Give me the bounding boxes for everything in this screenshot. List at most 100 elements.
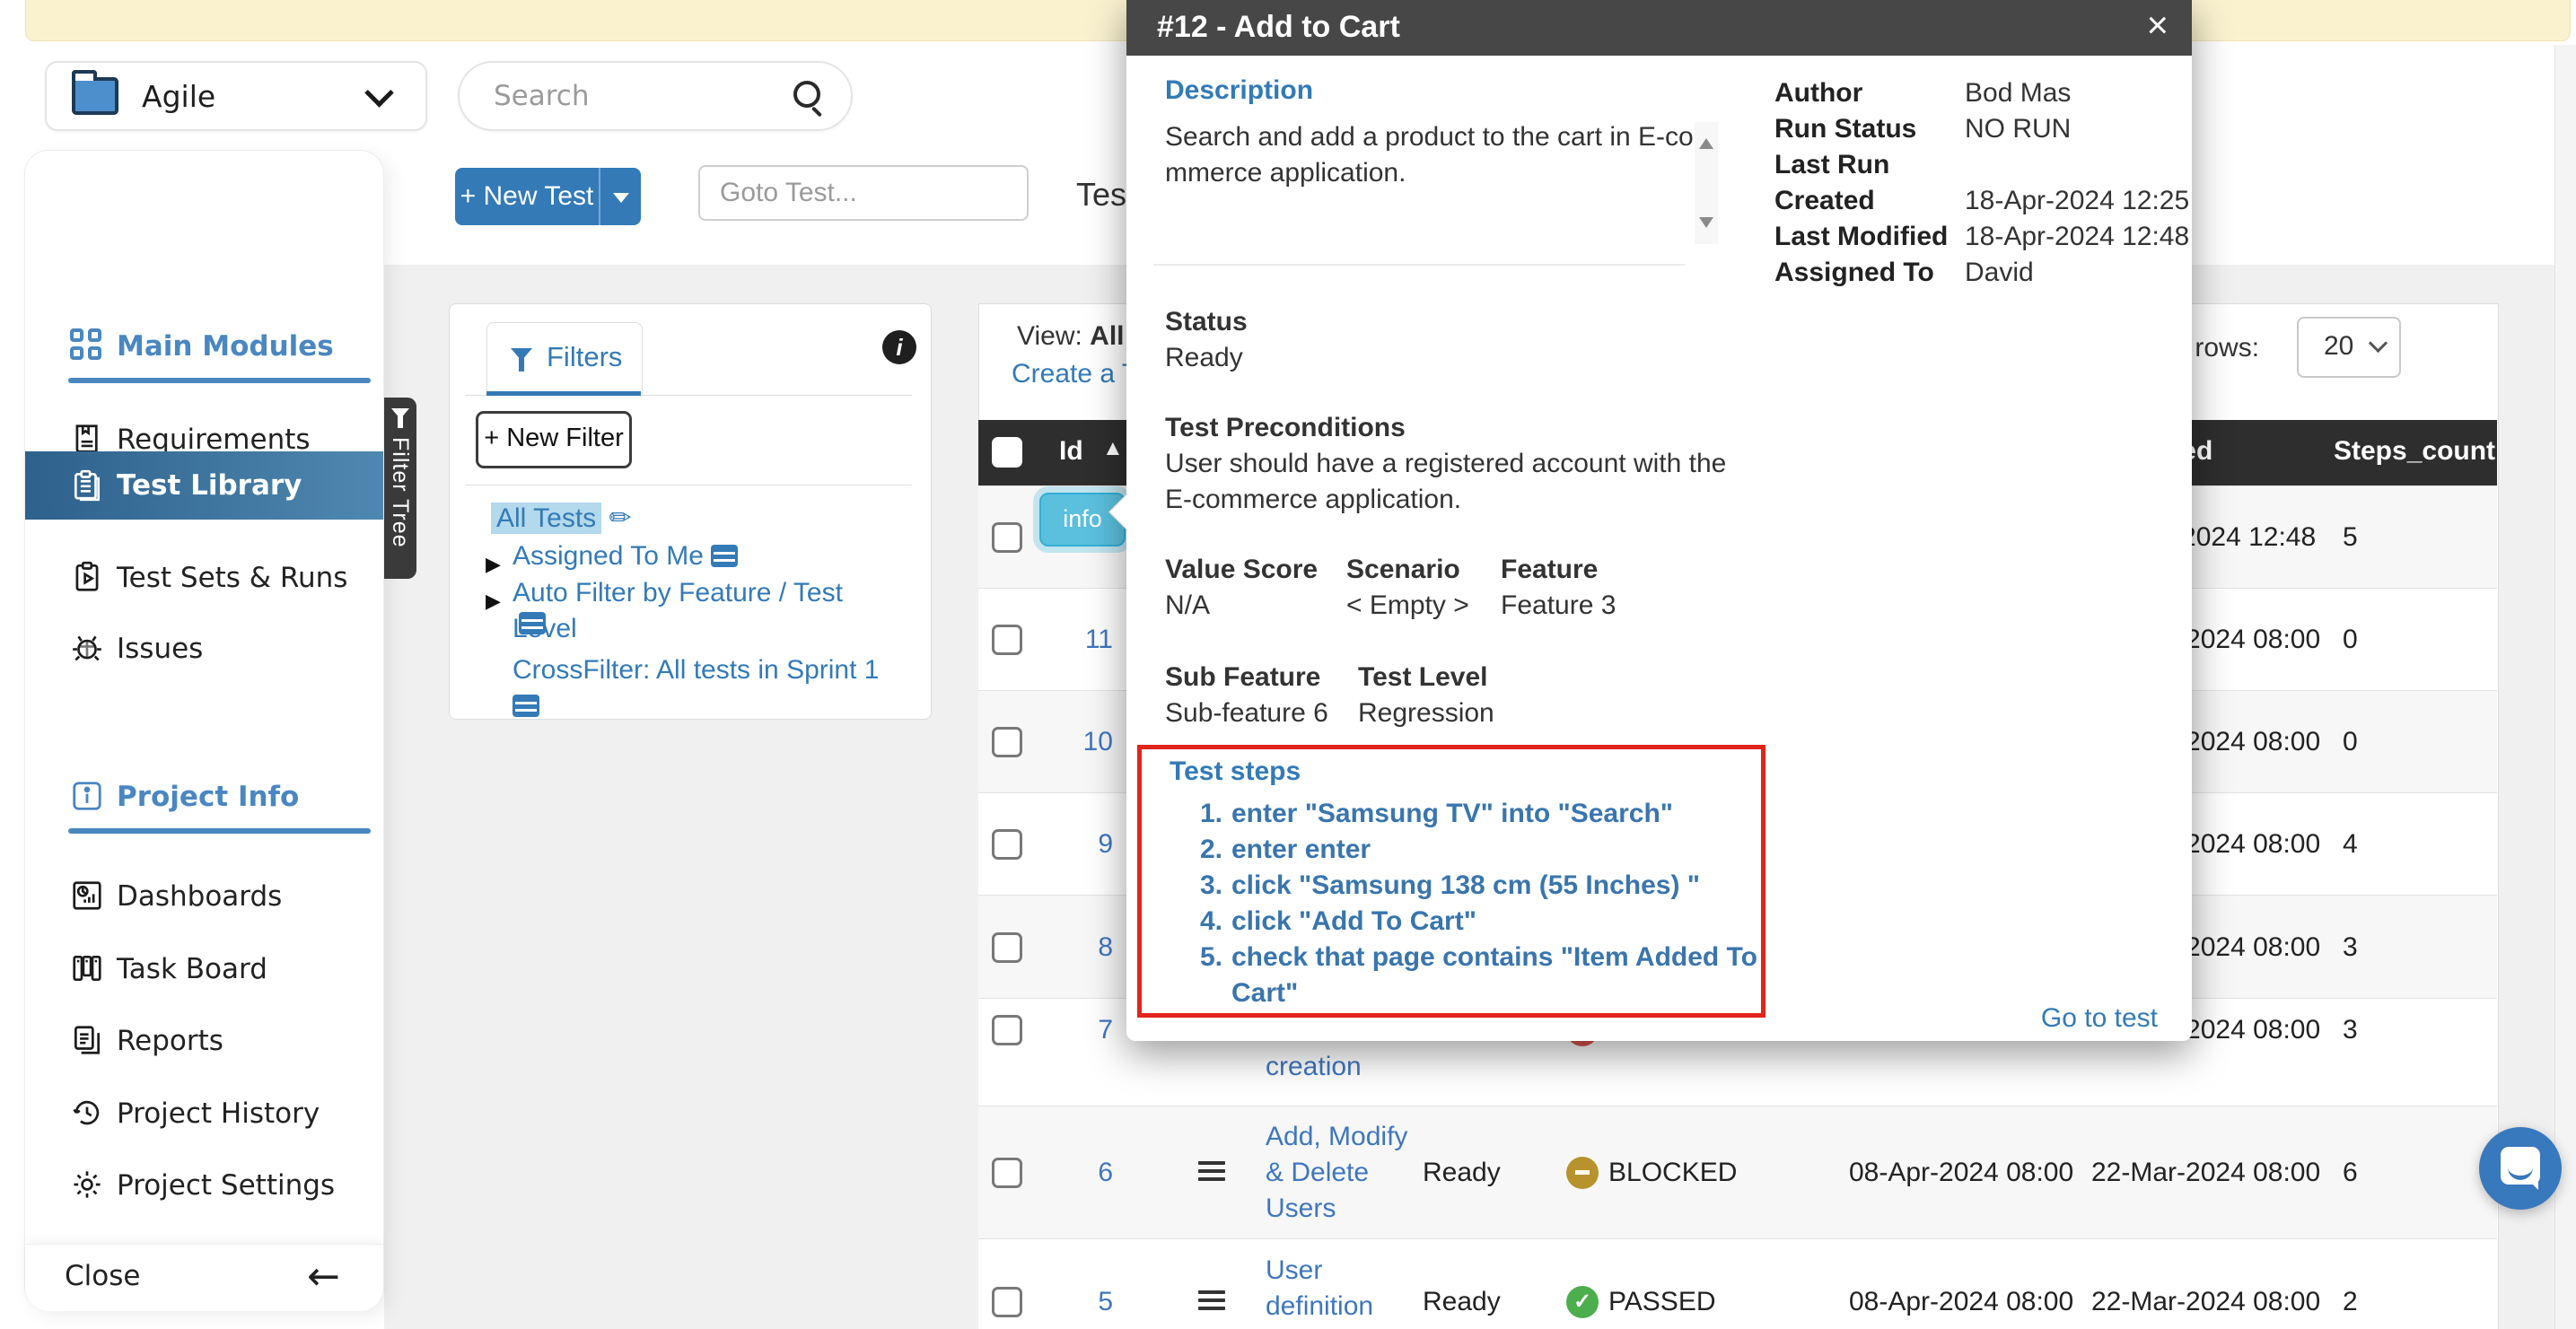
- [object Object][interactable]: Project Info: [25, 779, 383, 815]
- steps-list-icon[interactable]: [1198, 1161, 1225, 1185]
- meta-label: Assigned To: [1774, 255, 1965, 291]
- test-steps-highlight-box: Test steps 1.enter "Samsung TV" into "Se…: [1137, 745, 1766, 1018]
- sidebar-item-reports[interactable]: Reports: [25, 1021, 383, 1061]
- sidebar-item-label: Test Sets & Runs: [117, 560, 347, 596]
- sidebar-item-label: Project History: [117, 1096, 320, 1132]
- go-to-test-link[interactable]: Go to test: [2041, 1003, 2158, 1034]
- scroll-down-icon[interactable]: [1699, 217, 1713, 228]
- sidebar-item-project-settings[interactable]: Project Settings: [25, 1166, 383, 1205]
- test-id-link[interactable]: 7: [1032, 1012, 1113, 1048]
- close-icon[interactable]: ×: [2146, 4, 2169, 47]
- test-id-link[interactable]: 8: [1032, 930, 1113, 966]
- kanban-icon: [70, 951, 104, 985]
- table-view-icon[interactable]: [711, 545, 738, 567]
- test-title-link[interactable]: Add, Modify: [1266, 1119, 1407, 1155]
- sidebar-collapse-button[interactable]: Close←: [25, 1244, 383, 1311]
- info-icon[interactable]: i: [882, 330, 916, 364]
- sidebar-item-label: Dashboards: [117, 879, 282, 914]
- preconditions-text-line: User should have a registered account wi…: [1165, 449, 1726, 479]
- sidebar-item-label: Issues: [117, 631, 203, 667]
- row-checkbox[interactable]: [992, 932, 1022, 963]
- pages-icon: [70, 1023, 104, 1057]
- gear-icon: [70, 1167, 104, 1202]
- sort-asc-icon[interactable]: ▲: [1102, 436, 1124, 461]
- [object Object][interactable]: Main Modules: [25, 328, 383, 364]
- column-steps-count[interactable]: Steps_count: [2334, 436, 2495, 467]
- expand-triangle-icon[interactable]: ▶: [486, 590, 501, 613]
- test-id-link[interactable]: 10: [1032, 724, 1113, 760]
- test-id-link[interactable]: 11: [1032, 622, 1113, 658]
- test-title-link[interactable]: & Delete: [1266, 1155, 1369, 1191]
- info-badge[interactable]: info: [1039, 493, 1126, 546]
- goto-test-input[interactable]: [698, 165, 1029, 221]
- row-checkbox[interactable]: [992, 1015, 1022, 1045]
- sidebar-item-project-history[interactable]: Project History: [25, 1094, 383, 1133]
- select-all-checkbox[interactable]: [992, 437, 1022, 468]
- table-view-icon[interactable]: [513, 695, 539, 717]
- meta-row-last-modified: Last Modified18-Apr-2024 12:48: [1774, 219, 2169, 255]
- sidebar-item-dashboards[interactable]: Dashboards: [25, 877, 383, 916]
- sidebar-item-issues[interactable]: Issues: [25, 629, 383, 669]
- row-checkbox[interactable]: [992, 829, 1022, 860]
- expand-triangle-icon[interactable]: ▶: [486, 554, 501, 576]
- test-title-link[interactable]: definition: [1266, 1289, 1373, 1325]
- new-test-button[interactable]: + New Test: [455, 168, 641, 225]
- run-status-value: PASSED: [1608, 1284, 1716, 1320]
- description-scrollbar[interactable]: [1695, 122, 1718, 244]
- sidebar-item-label: Task Board: [117, 951, 267, 987]
- row-checkbox[interactable]: [992, 625, 1022, 655]
- row-checkbox[interactable]: [992, 1158, 1022, 1188]
- test-id-link[interactable]: 6: [1032, 1155, 1113, 1191]
- sidebar-item-task-board[interactable]: Task Board: [25, 949, 383, 989]
- sidebar-item-test-library[interactable]: Test Library: [25, 451, 383, 520]
- row-checkbox[interactable]: [992, 1287, 1022, 1317]
- tab-filters[interactable]: Filters: [486, 322, 643, 395]
- view-summary: View: All: [1017, 321, 1125, 352]
- table-view-icon[interactable]: [519, 612, 546, 636]
- filter-item-2[interactable]: Assigned To Me: [513, 538, 898, 574]
- page-scrollbar-track[interactable]: [2554, 45, 2576, 1329]
- tab-filters-label: Filters: [547, 341, 622, 373]
- test-detail-popover: #12 - Add to Cart × Description Search a…: [1126, 0, 2192, 1041]
- scroll-up-icon[interactable]: [1699, 138, 1713, 149]
- field-label: Scenario: [1346, 555, 1460, 585]
- chat-launcher-button[interactable]: [2479, 1127, 2562, 1210]
- search-icon[interactable]: [793, 81, 820, 108]
- new-test-dropdown[interactable]: [599, 168, 643, 225]
- rows-per-page-select[interactable]: 20: [2297, 317, 2401, 378]
- modified-value: 22-Mar-2024 08:00: [2091, 1155, 2320, 1191]
- global-search[interactable]: [458, 61, 853, 131]
- row-checkbox[interactable]: [992, 727, 1022, 757]
- row-checkbox[interactable]: [992, 522, 1022, 553]
- sidebar: Main Modules Requirements Test Library T…: [25, 151, 383, 1310]
- test-title-link[interactable]: Users: [1266, 1191, 1336, 1227]
- new-filter-button[interactable]: + New Filter: [476, 411, 632, 468]
- project-selector[interactable]: Agile: [45, 61, 427, 131]
- filter-item-4[interactable]: CrossFilter: All tests in Sprint 1: [513, 652, 898, 724]
- test-id-link[interactable]: 5: [1032, 1284, 1113, 1320]
- status-value: Ready: [1423, 1155, 1501, 1191]
- sidebar-item-test-sets-runs[interactable]: Test Sets & Runs: [25, 558, 383, 598]
- edit-pencil-icon[interactable]: ✏: [609, 503, 632, 534]
- filter-tree-label: Filter Tree: [387, 437, 413, 548]
- test-id-link[interactable]: 9: [1032, 826, 1113, 862]
- filter-item-3[interactable]: Auto Filter by Feature / Test Level: [513, 575, 898, 647]
- steps-count-value: 3: [2343, 930, 2358, 966]
- search-input[interactable]: [492, 79, 765, 113]
- meta-value: Bod Mas: [1965, 75, 2071, 111]
- column-id[interactable]: Id: [1059, 436, 1083, 467]
- dashboard-icon: [70, 879, 104, 913]
- filter-tree-tab[interactable]: Filter Tree: [384, 398, 416, 579]
- filter-item-1[interactable]: All Tests ✏: [491, 501, 877, 537]
- project-name: Agile: [142, 79, 215, 114]
- new-test-label: + New Test: [455, 168, 599, 225]
- field-value: < Empty >: [1346, 590, 1469, 621]
- caret-down-icon: [613, 193, 629, 203]
- test-title-link[interactable]: User: [1266, 1253, 1322, 1289]
- field-value: Regression: [1358, 698, 1494, 729]
- test-step-4: 4.click "Add To Cart": [1178, 904, 1757, 940]
- steps-list-icon[interactable]: [1198, 1290, 1225, 1314]
- test-step-5: 5.check that page contains "Item Added T…: [1178, 940, 1757, 975]
- steps-count-value: 5: [2343, 520, 2358, 555]
- test-title-link[interactable]: creation: [1266, 1049, 1362, 1085]
